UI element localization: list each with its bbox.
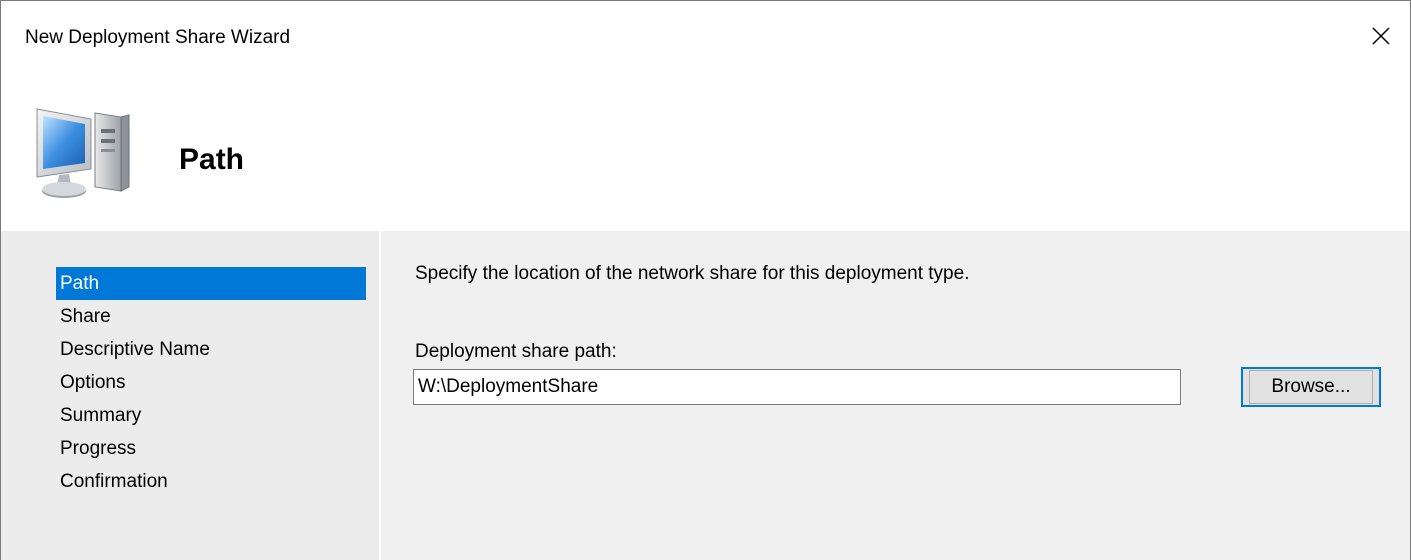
deployment-share-path-label: Deployment share path:: [415, 341, 617, 362]
wizard-steps-sidebar: Path Share Descriptive Name Options Summ…: [1, 231, 381, 560]
wizard-content: Specify the location of the network shar…: [381, 231, 1410, 560]
window-title: New Deployment Share Wizard: [25, 27, 291, 48]
wizard-header: Path: [1, 63, 1410, 231]
steps-list: Path Share Descriptive Name Options Summ…: [56, 267, 366, 498]
step-descriptive-name[interactable]: Descriptive Name: [56, 333, 366, 366]
step-summary[interactable]: Summary: [56, 399, 366, 432]
browse-button-label: Browse...: [1249, 370, 1373, 404]
close-button[interactable]: [1358, 13, 1404, 59]
wizard-window: New Deployment Share Wizard Path Path Sh…: [0, 0, 1411, 560]
step-path[interactable]: Path: [56, 267, 366, 300]
page-title: Path: [179, 143, 245, 176]
title-bar: New Deployment Share Wizard: [1, 1, 1410, 63]
step-confirmation[interactable]: Confirmation: [56, 465, 366, 498]
step-progress[interactable]: Progress: [56, 432, 366, 465]
computer-icon: [36, 108, 130, 198]
browse-button[interactable]: Browse...: [1241, 367, 1381, 407]
step-options[interactable]: Options: [56, 366, 366, 399]
deployment-share-path-input[interactable]: [413, 369, 1181, 405]
instruction-text: Specify the location of the network shar…: [415, 263, 970, 284]
close-icon: [1372, 27, 1390, 45]
step-share[interactable]: Share: [56, 300, 366, 333]
